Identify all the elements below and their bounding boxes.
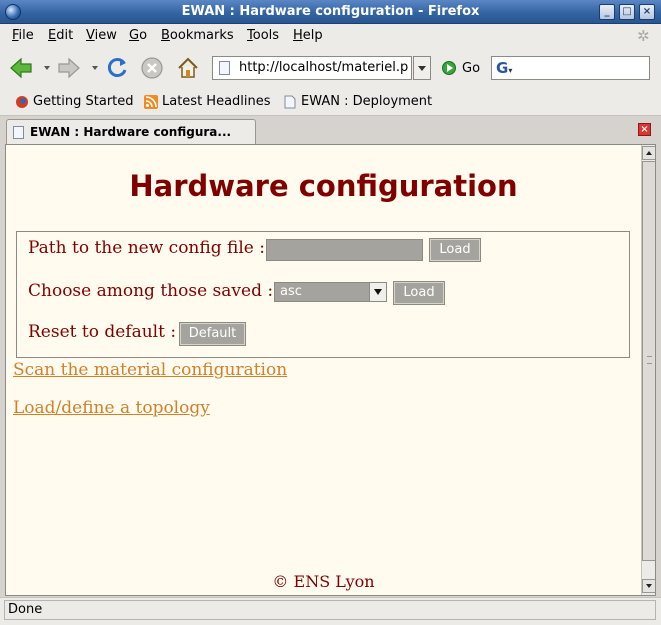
bookmarks-toolbar: Getting Started Latest Headlines EWAN : … [0, 88, 661, 116]
bookmark-getting-started[interactable]: Getting Started [15, 94, 134, 109]
bookmark-latest-headlines[interactable]: Latest Headlines [144, 94, 271, 109]
forward-button[interactable] [56, 55, 82, 81]
back-button[interactable] [8, 55, 34, 81]
close-window-button[interactable]: × [639, 4, 655, 20]
page-icon [284, 95, 296, 108]
load-file-button[interactable]: Load [429, 238, 481, 262]
page-icon [219, 61, 230, 75]
google-search-engine-icon[interactable]: G▾ [496, 60, 514, 76]
home-button[interactable] [175, 55, 201, 81]
reset-label: Reset to default : [28, 322, 177, 342]
url-input[interactable]: http://localhost/materiel.p [212, 56, 412, 80]
footer-copyright: © ENS Lyon [272, 572, 375, 591]
menu-view[interactable]: View [86, 28, 117, 43]
bookmark-ewan-deployment[interactable]: EWAN : Deployment [283, 94, 432, 109]
go-label: Go [462, 60, 481, 76]
path-label: Path to the new config file : [28, 238, 265, 258]
menubar: File Edit View Go Bookmarks Tools Help ✲ [0, 24, 661, 48]
throbber-icon: ✲ [637, 27, 650, 45]
minimize-button[interactable]: _ [599, 4, 615, 20]
url-history-dropdown[interactable] [413, 56, 431, 80]
url-text: http://localhost/materiel.p [239, 60, 409, 75]
tab-strip: EWAN : Hardware configura... × [0, 116, 661, 144]
config-file-input[interactable] [266, 239, 423, 261]
home-icon [178, 57, 198, 78]
scroll-up-button[interactable] [642, 146, 655, 160]
scroll-down-button[interactable] [642, 579, 655, 593]
back-history-dropdown[interactable] [44, 66, 50, 70]
load-topology-link[interactable]: Load/define a topology [13, 398, 210, 418]
stop-button[interactable] [139, 55, 165, 81]
saved-config-select[interactable]: asc [274, 282, 387, 302]
page-icon [13, 125, 24, 139]
status-bar: Done [0, 597, 661, 625]
menu-help[interactable]: Help [293, 28, 323, 43]
page-content: Hardware configuration Path to the new c… [6, 145, 641, 595]
close-tab-icon[interactable]: × [638, 123, 651, 136]
menu-bookmarks[interactable]: Bookmarks [161, 28, 234, 43]
firefox-icon [16, 95, 28, 108]
reload-button[interactable] [104, 55, 130, 81]
page-title: Hardware configuration [129, 169, 518, 203]
back-arrow-icon [10, 57, 32, 79]
go-button[interactable]: Go [442, 58, 480, 78]
go-icon [442, 61, 456, 75]
choose-label: Choose among those saved : [28, 281, 274, 301]
stop-icon [141, 57, 163, 79]
window-titlebar[interactable]: EWAN : Hardware configuration - Firefox … [0, 0, 661, 24]
saved-config-selected: asc [280, 284, 302, 299]
load-saved-button[interactable]: Load [393, 281, 445, 305]
forward-arrow-icon [58, 57, 80, 79]
scroll-thumb[interactable] [642, 161, 655, 561]
scroll-grip-icon [647, 356, 652, 364]
window-title: EWAN : Hardware configuration - Firefox [181, 4, 480, 19]
menu-file[interactable]: File [12, 28, 34, 43]
status-text: Done [8, 602, 43, 617]
rss-feed-icon [144, 94, 158, 109]
chevron-down-icon [369, 283, 386, 301]
maximize-button[interactable]: □ [619, 4, 635, 20]
vertical-scrollbar[interactable] [641, 145, 655, 595]
status-panel [4, 600, 656, 620]
menu-go[interactable]: Go [129, 28, 147, 43]
config-fieldset: Path to the new config file : Load Choos… [16, 231, 630, 358]
forward-history-dropdown[interactable] [92, 66, 98, 70]
content-area: Hardware configuration Path to the new c… [5, 144, 656, 596]
default-button[interactable]: Default [179, 322, 246, 346]
menu-edit[interactable]: Edit [48, 28, 73, 43]
reload-icon [107, 58, 127, 77]
tab-hardware-configuration[interactable]: EWAN : Hardware configura... [6, 119, 256, 144]
search-input[interactable]: G▾ [491, 56, 650, 80]
menu-tools[interactable]: Tools [247, 28, 279, 43]
scan-material-link[interactable]: Scan the material configuration [13, 360, 287, 380]
